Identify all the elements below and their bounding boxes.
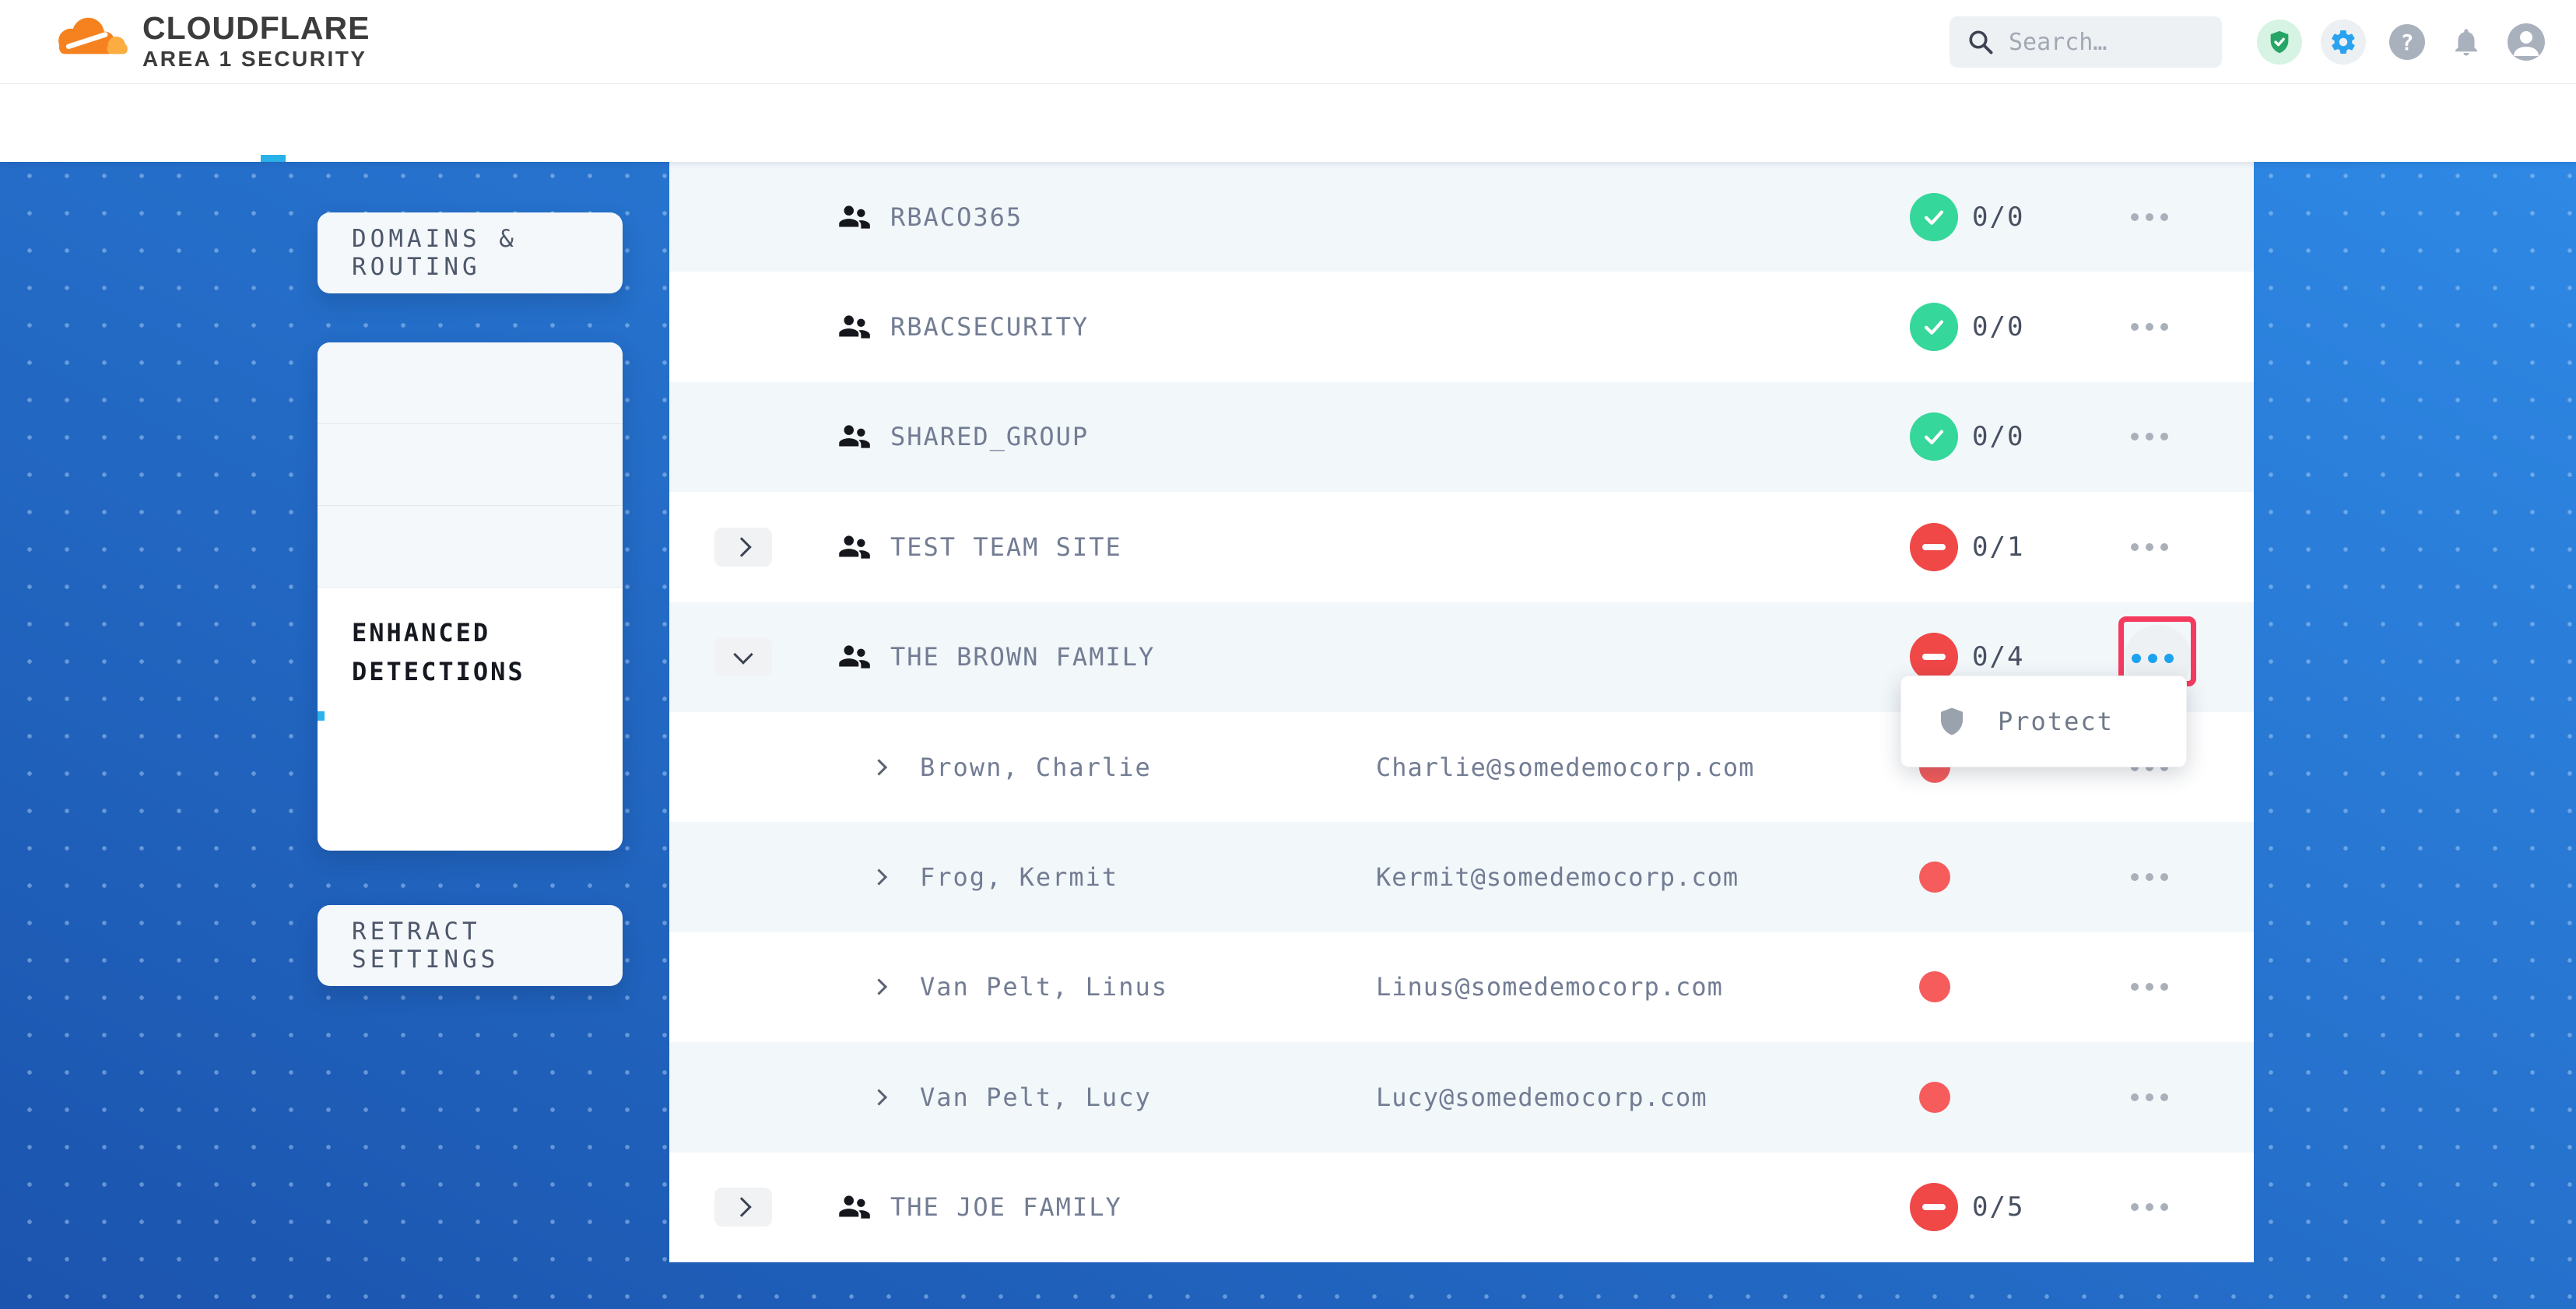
group-name: RBACO365 xyxy=(890,202,1023,232)
row-actions-menu-button[interactable] xyxy=(2131,1203,2168,1211)
member-email: Lucy@somedemocorp.com xyxy=(1376,1083,1707,1112)
group-name: RBACSECURITY xyxy=(890,312,1089,342)
member-email: Linus@somedemocorp.com xyxy=(1376,972,1723,1002)
search-input[interactable] xyxy=(2007,28,2197,57)
shield-icon xyxy=(1936,704,1968,739)
protected-count: 0/0 xyxy=(1972,311,2024,342)
row-actions-menu-button[interactable] xyxy=(2131,873,2168,881)
group-icon xyxy=(834,307,873,346)
minus-icon xyxy=(1922,1204,1946,1210)
member-name: Brown, Charlie xyxy=(920,753,1152,782)
sidebar-policy-item[interactable] xyxy=(318,424,623,506)
sidebar-enhanced-item[interactable] xyxy=(352,716,591,749)
table-row-member[interactable]: Frog, Kermit Kermit@somedemocorp.com xyxy=(669,822,2254,932)
row-actions-menu-button[interactable] xyxy=(2131,213,2168,221)
expand-collapse-button[interactable] xyxy=(714,637,772,676)
row-actions-menu-button[interactable] xyxy=(2131,543,2168,551)
member-email: Kermit@somedemocorp.com xyxy=(1376,862,1739,892)
protected-count: 0/1 xyxy=(1972,532,2024,563)
protected-count: 0/0 xyxy=(1972,202,2024,233)
group-name: TEST TEAM SITE xyxy=(890,532,1122,562)
chevron-right-icon[interactable] xyxy=(871,759,887,775)
main-nav xyxy=(359,0,513,83)
status-badge xyxy=(1910,633,1958,681)
chevron-icon xyxy=(732,537,751,556)
sidebar-item-label: DOMAINS & ROUTING xyxy=(352,225,623,281)
chevron-right-icon[interactable] xyxy=(871,1089,887,1105)
group-icon xyxy=(834,1188,873,1227)
table-row-member[interactable]: Van Pelt, Lucy Lucy@somedemocorp.com xyxy=(669,1042,2254,1152)
chevron-right-icon[interactable] xyxy=(871,869,887,885)
status-badge xyxy=(1910,303,1958,351)
group-icon xyxy=(834,528,873,567)
group-name: SHARED_GROUP xyxy=(890,422,1089,451)
sidebar-item-retract-settings[interactable]: RETRACT SETTINGS xyxy=(318,905,623,986)
unprotected-dot xyxy=(1919,1082,1950,1113)
status-badge xyxy=(1910,1183,1958,1231)
table-row-group[interactable]: SHARED_GROUP 0/0 xyxy=(669,382,2254,492)
help-glyph: ? xyxy=(2401,30,2414,55)
protected-count: 0/4 xyxy=(1972,641,2024,672)
chevron-right-icon[interactable] xyxy=(871,979,887,995)
row-actions-menu-button[interactable] xyxy=(2131,1093,2168,1101)
member-name: Van Pelt, Linus xyxy=(920,972,1168,1002)
top-header: CLOUDFLARE AREA 1 SECURITY ? xyxy=(0,0,2576,84)
notifications-bell-icon[interactable] xyxy=(2447,19,2486,65)
sidebar-item-domains-routing[interactable]: DOMAINS & ROUTING xyxy=(318,212,623,293)
groups-table: RBACO365 0/0 RBACSECURITY 0/0 xyxy=(669,162,2254,1262)
unprotected-dot xyxy=(1919,862,1950,893)
sidebar-enhanced-detections: ENHANCED DETECTIONS xyxy=(318,588,623,749)
account-avatar-icon[interactable] xyxy=(2508,23,2545,61)
cloudflare-cloud-icon xyxy=(49,6,136,67)
member-email: Charlie@somedemocorp.com xyxy=(1376,753,1754,782)
enhanced-detections-title[interactable]: ENHANCED DETECTIONS xyxy=(352,614,591,691)
protected-count: 0/5 xyxy=(1972,1191,2024,1223)
table-row-group[interactable]: THE JOE FAMILY 0/5 xyxy=(669,1153,2254,1262)
status-badge xyxy=(1910,523,1958,571)
sidebar-item-label: RETRACT SETTINGS xyxy=(352,918,623,974)
table-row-group[interactable]: RBACSECURITY 0/0 xyxy=(669,272,2254,381)
minus-icon xyxy=(1922,654,1946,660)
help-icon[interactable]: ? xyxy=(2389,24,2425,60)
member-name: Van Pelt, Lucy xyxy=(920,1083,1152,1112)
check-icon xyxy=(1921,314,1947,340)
context-menu-protect[interactable]: Protect xyxy=(1900,676,2187,767)
chevron-icon xyxy=(733,645,753,665)
member-name: Frog, Kermit xyxy=(920,862,1118,892)
brand-subtitle: AREA 1 SECURITY xyxy=(142,47,370,72)
chevron-icon xyxy=(732,1197,751,1216)
search-icon xyxy=(1967,28,1995,56)
table-row-group[interactable]: TEST TEAM SITE 0/1 xyxy=(669,492,2254,602)
search-box[interactable] xyxy=(1950,16,2222,68)
row-actions-menu-button[interactable] xyxy=(2131,323,2168,331)
row-actions-menu-button-active[interactable] xyxy=(2132,654,2174,663)
table-row-member[interactable]: Van Pelt, Linus Linus@somedemocorp.com xyxy=(669,932,2254,1042)
group-icon xyxy=(834,417,873,456)
group-icon xyxy=(834,637,873,676)
cloudflare-logo: CLOUDFLARE AREA 1 SECURITY xyxy=(49,6,370,72)
row-actions-menu-button[interactable] xyxy=(2131,983,2168,991)
protected-count: 0/0 xyxy=(1972,421,2024,452)
status-badge xyxy=(1910,193,1958,241)
expand-collapse-button[interactable] xyxy=(714,1188,772,1227)
row-actions-menu-button[interactable] xyxy=(2131,433,2168,440)
status-badge xyxy=(1910,412,1958,461)
protection-status-shield-icon[interactable] xyxy=(2257,19,2302,65)
section-tabs xyxy=(0,83,2576,162)
context-menu-item-label: Protect xyxy=(1998,707,2114,736)
sidebar-policies-card: ENHANCED DETECTIONS xyxy=(318,342,623,851)
sidebar-policy-item[interactable] xyxy=(318,342,623,424)
sidebar-policy-item[interactable] xyxy=(318,506,623,588)
table-row-group[interactable]: RBACO365 0/0 xyxy=(669,162,2254,272)
group-icon xyxy=(834,198,873,237)
group-name: THE BROWN FAMILY xyxy=(890,642,1155,672)
check-icon xyxy=(1921,204,1947,230)
expand-collapse-button[interactable] xyxy=(714,528,772,567)
unprotected-dot xyxy=(1919,971,1950,1002)
check-icon xyxy=(1921,423,1947,450)
group-name: THE JOE FAMILY xyxy=(890,1192,1122,1222)
minus-icon xyxy=(1922,544,1946,550)
brand-name: CLOUDFLARE xyxy=(142,12,370,44)
settings-gear-icon[interactable] xyxy=(2321,19,2366,65)
